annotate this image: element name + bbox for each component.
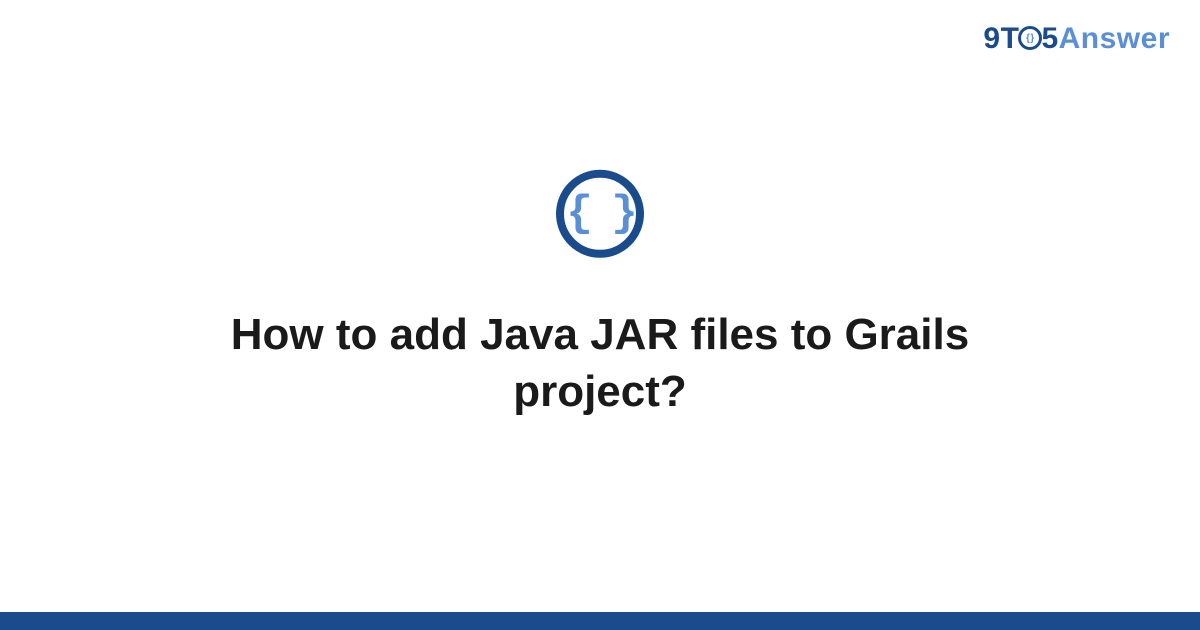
logo-o-icon: {} bbox=[1018, 26, 1042, 50]
logo-text-answer: Answer bbox=[1059, 22, 1170, 55]
braces-icon: { } bbox=[566, 192, 633, 236]
code-category-icon: { } bbox=[556, 170, 644, 258]
logo-text-9t: 9T bbox=[983, 22, 1019, 55]
site-logo[interactable]: 9T {} 5Answer bbox=[983, 22, 1170, 56]
question-title: How to add Java JAR files to Grails proj… bbox=[150, 306, 1050, 420]
main-content: { } How to add Java JAR files to Grails … bbox=[0, 170, 1200, 420]
logo-text-5: 5 bbox=[1041, 22, 1058, 55]
logo-o-braces: {} bbox=[1026, 33, 1035, 44]
footer-accent-bar bbox=[0, 612, 1200, 630]
